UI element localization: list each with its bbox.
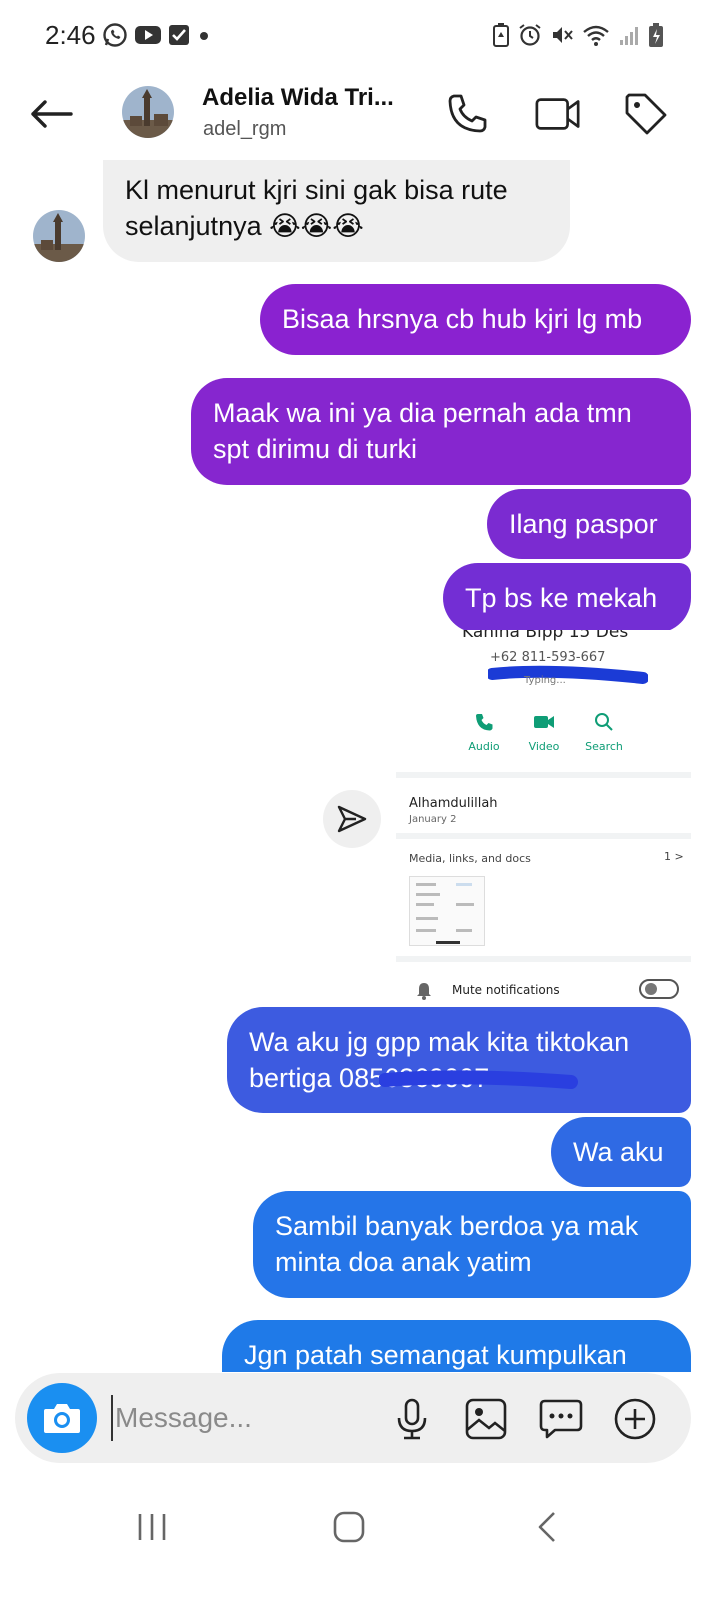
toggle-icon [639, 979, 679, 999]
chat-header: Adelia Wida Tri... adel_rgm [0, 72, 720, 160]
youtube-icon [134, 24, 162, 51]
message-bubble-outgoing[interactable]: Tp bs ke mekah [443, 563, 691, 633]
message-text: Tp bs ke mekah [465, 583, 658, 613]
message-bubble-outgoing[interactable]: Wa aku [551, 1117, 691, 1187]
message-bubble-incoming[interactable]: Kl menurut kjri sini gak bisa rute selan… [103, 160, 570, 262]
message-text: Bisaa hrsnya cb hub kjri lg mb [282, 304, 643, 334]
dot-icon [196, 24, 212, 51]
message-bubble-outgoing[interactable]: Wa aku jg gpp mak kita tiktokan bertiga … [227, 1007, 691, 1113]
more-options-button[interactable] [610, 1394, 660, 1444]
shot-action-search: Search [574, 710, 634, 753]
shot-media-count: 1 > [664, 850, 684, 863]
message-bubble-outgoing[interactable]: Maak wa ini ya dia pernah ada tmn spt di… [191, 378, 691, 485]
video-camera-icon [534, 716, 554, 728]
video-call-button[interactable] [534, 90, 582, 138]
message-bubble-outgoing[interactable]: Bisaa hrsnya cb hub kjri lg mb [260, 284, 691, 355]
shot-action-video: Video [514, 710, 574, 753]
whatsapp-icon [102, 22, 128, 53]
divider [396, 956, 691, 962]
signal-icon [618, 23, 640, 52]
recent-apps-icon [138, 1514, 166, 1540]
home-icon [333, 1511, 365, 1543]
sticker-button[interactable] [536, 1394, 586, 1444]
plus-circle-icon [614, 1398, 656, 1440]
message-text: selanjutnya 😭😭😭 [125, 211, 364, 241]
shared-image[interactable]: Kahina Bipp 15 Des +62 811-593-667 Typin… [396, 630, 691, 1002]
contact-handle[interactable]: adel_rgm [203, 118, 286, 141]
message-text: Maak wa ini ya dia pernah ada tmn [213, 398, 632, 428]
message-text: Jgn patah semangat kumpulkan [244, 1340, 627, 1370]
contact-avatar[interactable] [122, 86, 174, 138]
tag-button[interactable] [622, 90, 670, 138]
shot-action-label: Search [585, 740, 623, 753]
shot-media-label: Media, links, and docs [409, 852, 531, 865]
message-input[interactable] [111, 1395, 381, 1441]
message-text: Wa aku [573, 1137, 664, 1167]
shot-mute-label: Mute notifications [452, 983, 560, 997]
back-arrow-icon [31, 100, 73, 128]
shot-phone: +62 811-593-667 [490, 650, 606, 665]
message-text: Wa aku jg gpp mak kita tiktokan [249, 1027, 630, 1057]
send-icon [337, 805, 367, 833]
divider [396, 772, 691, 778]
message-text: minta doa anak yatim [275, 1247, 532, 1277]
message-text: Sambil banyak berdoa ya mak [275, 1211, 639, 1241]
phone-icon [448, 94, 487, 133]
shot-about-text: Alhamdulillah [409, 796, 498, 811]
message-bubble-outgoing[interactable]: Sambil banyak berdoa ya mak minta doa an… [253, 1191, 691, 1298]
camera-button[interactable] [27, 1383, 97, 1453]
message-composer [15, 1373, 691, 1463]
status-bar: 2:46 [0, 0, 720, 70]
shot-action-label: Audio [468, 740, 500, 753]
battery-saver-icon [492, 22, 510, 53]
recent-apps-button[interactable] [117, 1502, 187, 1552]
voice-call-button[interactable] [443, 90, 491, 138]
divider [396, 833, 691, 839]
message-thread[interactable]: Kl menurut kjri sini gak bisa rute selan… [0, 160, 720, 1372]
shot-action-label: Video [528, 740, 560, 753]
checkbox-notification-icon [168, 24, 190, 51]
chat-bubble-icon [539, 1399, 583, 1439]
bell-icon [417, 983, 431, 1000]
search-icon [595, 713, 613, 731]
shot-about-date: January 2 [409, 814, 457, 825]
shot-typing: Typing... [524, 675, 566, 686]
wifi-icon [582, 23, 610, 52]
back-button[interactable] [26, 92, 76, 136]
message-text: Ilang paspor [509, 509, 658, 539]
message-text: Kl menurut kjri sini gak bisa rute [125, 175, 508, 205]
shot-action-audio: Audio [454, 710, 514, 753]
system-back-button[interactable] [512, 1502, 582, 1552]
sender-avatar[interactable] [33, 210, 85, 262]
gallery-button[interactable] [461, 1394, 511, 1444]
media-thumbnail [409, 876, 485, 946]
microphone-icon [397, 1398, 427, 1440]
contact-name[interactable]: Adelia Wida Tri... [202, 84, 394, 112]
notification-icons [102, 22, 212, 53]
message-bubble-outgoing[interactable]: Jgn patah semangat kumpulkan [222, 1320, 691, 1372]
phone-icon [476, 714, 493, 731]
battery-charging-icon [648, 22, 664, 53]
system-nav-bar [0, 1480, 720, 1600]
alarm-icon [518, 23, 542, 52]
tag-icon [625, 93, 667, 135]
redaction-scribble [379, 1070, 578, 1089]
camera-icon [44, 1404, 80, 1433]
message-bubble-outgoing[interactable]: Ilang paspor [487, 489, 691, 559]
message-text: spt dirimu di turki [213, 434, 418, 464]
voice-message-button[interactable] [387, 1394, 437, 1444]
redaction-scribble [488, 665, 648, 684]
status-time: 2:46 [45, 20, 96, 50]
image-icon [465, 1398, 507, 1440]
mute-icon [550, 23, 574, 52]
shot-contact-name: Kahina Bipp 15 Des [462, 630, 629, 642]
home-button[interactable] [314, 1502, 384, 1552]
share-button[interactable] [323, 790, 381, 848]
video-camera-icon [535, 98, 580, 130]
system-icons [492, 22, 664, 53]
chevron-left-icon [538, 1512, 555, 1542]
